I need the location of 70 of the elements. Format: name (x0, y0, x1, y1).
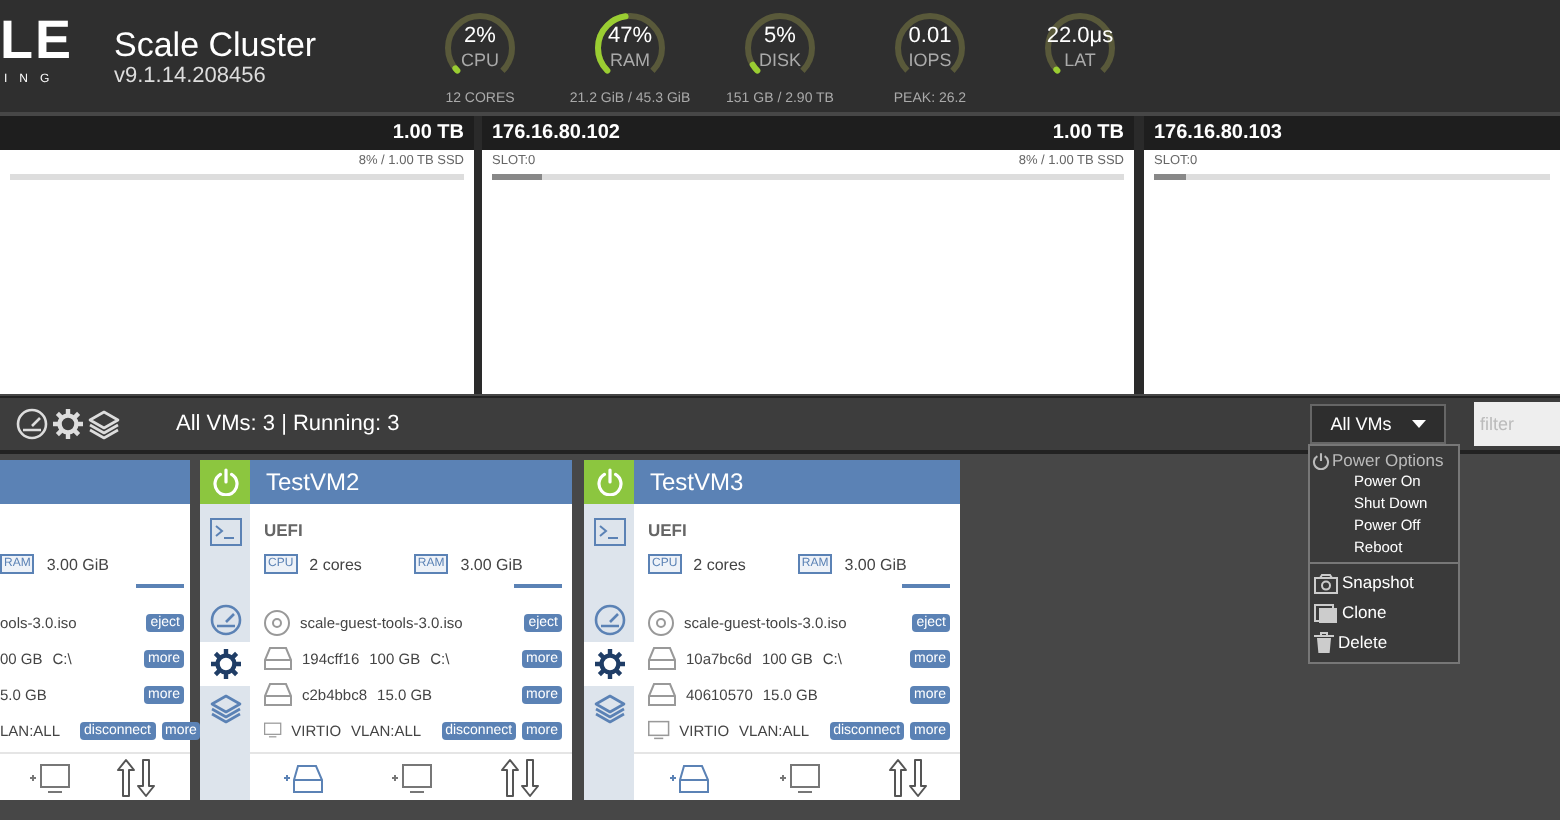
drive-icon (648, 646, 676, 670)
trash-icon (1314, 632, 1334, 654)
gauge-value: 22.0μs (1046, 24, 1114, 50)
cpu-value: 2 cores (693, 555, 746, 573)
gauge-value: 5% (764, 24, 796, 50)
cluster-title: Scale Cluster (114, 26, 319, 64)
camera-icon (1314, 573, 1338, 593)
add-monitor-icon[interactable] (28, 761, 72, 793)
settings-icon (209, 648, 241, 680)
ram-value: 3.00 GiB (46, 555, 109, 573)
layers-icon (209, 692, 241, 724)
vm-summary: All VMs: 3 | Running: 3 (176, 412, 400, 436)
layers-icon (593, 692, 625, 724)
power-button[interactable] (200, 460, 250, 504)
gauge-label: CPU (460, 50, 499, 72)
drive-icon (264, 682, 292, 706)
menu-header: Power Options (1310, 450, 1458, 470)
add-drive-icon[interactable] (667, 761, 711, 793)
gauge-icon (16, 408, 48, 440)
vm-filter-dropdown[interactable]: All VMs (1310, 404, 1446, 444)
sidebar-tab[interactable] (200, 642, 250, 686)
settings-icon (52, 408, 84, 440)
settings-icon (593, 648, 625, 680)
console-icon (593, 518, 625, 546)
monitor-icon (264, 718, 282, 742)
add-monitor-icon[interactable] (390, 761, 435, 793)
power-icon (595, 468, 623, 496)
boot-mode: UEFI (264, 520, 303, 540)
power-button[interactable] (584, 460, 634, 504)
gauge-icon (209, 604, 241, 636)
node-ip: 176.16.80.103 (1154, 122, 1282, 144)
disc-icon (648, 609, 674, 635)
node-capacity: 1.00 TB (1052, 122, 1124, 144)
up-down-arrows-icon[interactable] (499, 757, 540, 797)
power-icon (211, 468, 239, 496)
vm-title: TestVM2 (266, 468, 360, 496)
add-drive-icon[interactable] (282, 761, 327, 793)
menu-item[interactable]: Snapshot (1342, 572, 1414, 594)
gauge-icon (593, 604, 625, 636)
power-icon (1312, 451, 1330, 469)
gauge-value: 0.01 (908, 24, 952, 50)
menu-item[interactable]: Clone (1342, 602, 1387, 624)
add-monitor-icon[interactable] (777, 761, 821, 793)
ram-value: 3.00 GiB (844, 555, 907, 573)
copy-icon (1314, 603, 1338, 623)
gauge-label: LAT (1064, 50, 1096, 72)
node-capacity: 1.00 TB (392, 122, 464, 144)
ram-value: 3.00 GiB (460, 555, 523, 573)
drive-icon (648, 682, 676, 706)
boot-mode: UEFI (648, 520, 687, 540)
gauge-label: DISK (758, 50, 801, 72)
gauge-label: IOPS (908, 50, 952, 72)
up-down-arrows-icon[interactable] (116, 757, 156, 797)
menu-item[interactable]: Delete (1338, 632, 1388, 654)
cpu-value: 2 cores (309, 555, 362, 573)
gauge-value: 47% (607, 24, 653, 50)
version-label: v9.1.14.208456 (114, 64, 268, 88)
disc-icon (264, 609, 290, 635)
sidebar-tab[interactable] (584, 642, 634, 686)
drive-icon (264, 646, 292, 670)
gauge-value: 2% (464, 24, 496, 50)
layers-icon (88, 408, 120, 440)
node-ip: 176.16.80.102 (492, 122, 620, 144)
logo-text: LE (0, 12, 76, 68)
caret-icon (1411, 420, 1426, 428)
console-icon (209, 518, 241, 546)
monitor-icon (648, 718, 670, 742)
vm-title: TestVM3 (650, 468, 744, 496)
gauge-label: RAM (610, 50, 650, 72)
up-down-arrows-icon[interactable] (887, 757, 927, 797)
